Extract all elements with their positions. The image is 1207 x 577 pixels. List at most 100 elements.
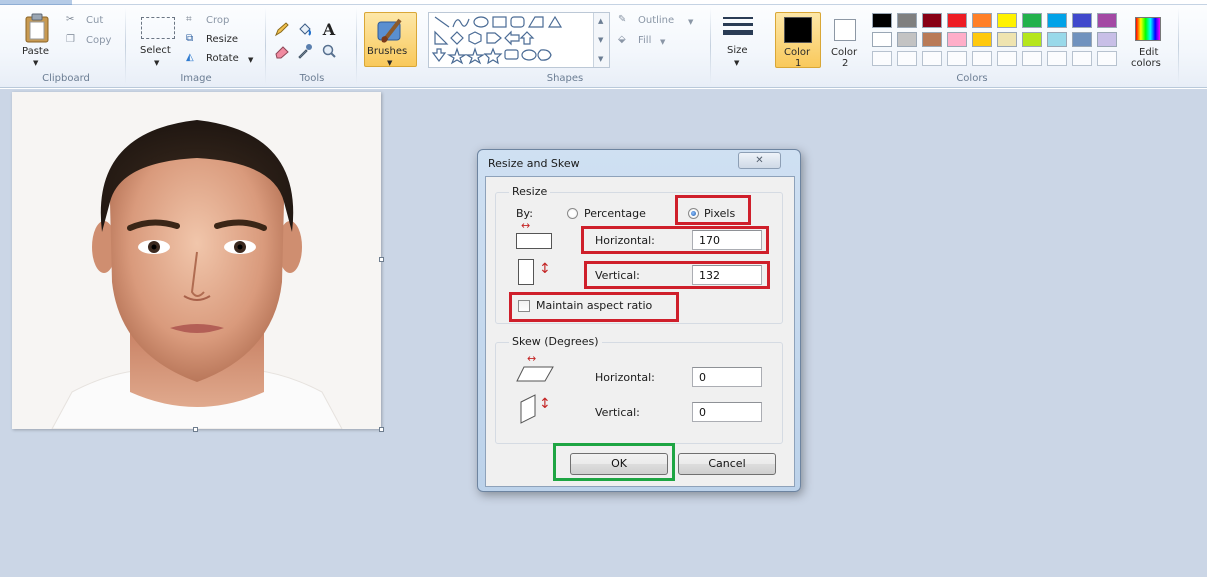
color2-swatch bbox=[834, 19, 856, 41]
text-tool-icon[interactable]: A bbox=[320, 19, 338, 39]
rotate-button[interactable]: ◭ Rotate ▼ bbox=[186, 52, 258, 66]
palette-swatch[interactable] bbox=[972, 13, 992, 28]
colors-group-label: Colors bbox=[956, 73, 988, 84]
horizontal-skew-icon: ↔ bbox=[516, 352, 556, 385]
select-dropdown-icon: ▼ bbox=[154, 59, 160, 67]
group-separator bbox=[265, 8, 266, 84]
copy-icon: ❐ bbox=[66, 34, 75, 45]
skew-horizontal-input[interactable]: 0 bbox=[692, 367, 762, 387]
palette-swatch[interactable] bbox=[997, 13, 1017, 28]
resize-button[interactable]: ⧉ Resize bbox=[186, 33, 248, 47]
cut-label: Cut bbox=[86, 15, 104, 26]
color1-number: 1 bbox=[795, 58, 802, 69]
palette-swatch[interactable] bbox=[1022, 32, 1042, 47]
ribbon: Paste ▼ ✂ Cut ❐ Copy Clipboard Select ▼ … bbox=[0, 0, 1207, 88]
palette-swatch[interactable] bbox=[1047, 32, 1067, 47]
color2-button[interactable]: Color 2 bbox=[825, 12, 865, 69]
edit-colors-icon bbox=[1135, 17, 1161, 41]
palette-custom-slot[interactable] bbox=[872, 51, 892, 66]
palette-custom-slot[interactable] bbox=[972, 51, 992, 66]
palette-swatch[interactable] bbox=[1072, 32, 1092, 47]
edit-colors-button[interactable]: Edit colors bbox=[1126, 12, 1170, 69]
eraser-icon[interactable] bbox=[273, 42, 291, 60]
group-separator bbox=[125, 8, 126, 84]
vertical-highlight-box bbox=[584, 261, 770, 289]
palette-swatch[interactable] bbox=[872, 13, 892, 28]
copy-button[interactable]: ❐ Copy bbox=[66, 33, 118, 48]
fill-dropdown-icon: ▼ bbox=[660, 38, 666, 46]
shapes-gallery[interactable]: ▲ ▼ ▼ bbox=[428, 12, 610, 68]
palette-swatch[interactable] bbox=[1022, 13, 1042, 28]
home-tab-indicator[interactable] bbox=[0, 0, 72, 5]
shapes-scrollbar[interactable]: ▲ ▼ ▼ bbox=[593, 13, 609, 67]
close-button[interactable]: ✕ bbox=[738, 152, 781, 169]
fill-label: Fill bbox=[638, 35, 652, 46]
outline-button[interactable]: ✎ Outline ▼ bbox=[618, 14, 700, 28]
palette-swatch[interactable] bbox=[972, 32, 992, 47]
palette-swatch[interactable] bbox=[1097, 13, 1117, 28]
palette-swatch[interactable] bbox=[1047, 13, 1067, 28]
palette-custom-slot[interactable] bbox=[897, 51, 917, 66]
pixels-highlight-box bbox=[675, 195, 751, 225]
palette-swatch[interactable] bbox=[997, 32, 1017, 47]
palette-custom-slot[interactable] bbox=[1097, 51, 1117, 66]
palette-custom-slot[interactable] bbox=[947, 51, 967, 66]
fill-bucket-icon[interactable] bbox=[296, 20, 314, 38]
resize-handle-right[interactable] bbox=[379, 257, 384, 262]
palette-custom-slot[interactable] bbox=[1047, 51, 1067, 66]
palette-swatch[interactable] bbox=[872, 32, 892, 47]
size-dropdown-icon: ▼ bbox=[734, 59, 740, 67]
close-icon: ✕ bbox=[755, 155, 764, 166]
skew-vertical-input[interactable]: 0 bbox=[692, 402, 762, 422]
ribbon-tab-strip bbox=[0, 0, 1207, 5]
palette-custom-slot[interactable] bbox=[1022, 51, 1042, 66]
group-separator bbox=[356, 8, 357, 84]
rotate-dropdown-icon: ▼ bbox=[248, 56, 254, 64]
line-size-icon bbox=[723, 17, 753, 35]
size-button[interactable]: Size ▼ bbox=[716, 10, 758, 68]
select-label: Select bbox=[140, 45, 171, 56]
palette-swatch[interactable] bbox=[922, 13, 942, 28]
palette-swatch[interactable] bbox=[922, 32, 942, 47]
brushes-button[interactable]: Brushes ▼ bbox=[364, 12, 417, 67]
resize-handle-corner[interactable] bbox=[379, 427, 384, 432]
image-group-label: Image bbox=[180, 73, 212, 84]
magnifier-icon[interactable] bbox=[320, 42, 338, 60]
fill-icon: ⬙ bbox=[618, 34, 626, 45]
crop-button[interactable]: ⌗ Crop bbox=[186, 14, 242, 28]
canvas-image[interactable] bbox=[12, 92, 381, 429]
resize-handle-bottom[interactable] bbox=[193, 427, 198, 432]
palette-swatch[interactable] bbox=[1072, 13, 1092, 28]
palette-swatch[interactable] bbox=[897, 13, 917, 28]
palette-custom-slot[interactable] bbox=[922, 51, 942, 66]
fill-button[interactable]: ⬙ Fill ▼ bbox=[618, 34, 680, 48]
crop-icon: ⌗ bbox=[186, 14, 192, 25]
ok-highlight-box bbox=[553, 443, 675, 481]
color-picker-icon[interactable] bbox=[296, 42, 314, 60]
palette-swatch[interactable] bbox=[947, 32, 967, 47]
palette-custom-slot[interactable] bbox=[997, 51, 1017, 66]
color-palette bbox=[872, 13, 1122, 69]
color1-button[interactable]: Color 1 bbox=[775, 12, 821, 69]
selection-rectangle-icon bbox=[141, 17, 175, 39]
cut-button[interactable]: ✂ Cut bbox=[66, 13, 114, 28]
paste-icon bbox=[23, 13, 51, 43]
pencil-icon[interactable] bbox=[273, 20, 291, 38]
skew-group-title: Skew (Degrees) bbox=[509, 335, 602, 348]
paste-button[interactable]: Paste ▼ bbox=[18, 10, 56, 68]
palette-swatch[interactable] bbox=[1097, 32, 1117, 47]
palette-swatch[interactable] bbox=[947, 13, 967, 28]
shapes-gallery-icons bbox=[431, 15, 563, 65]
cancel-button[interactable]: Cancel bbox=[678, 453, 776, 475]
percentage-radio[interactable]: Percentage bbox=[564, 206, 654, 222]
resize-label: Resize bbox=[206, 34, 239, 45]
select-button[interactable]: Select ▼ bbox=[136, 10, 178, 68]
vertical-resize-icon: ↕ bbox=[518, 257, 558, 287]
palette-custom-slot[interactable] bbox=[1072, 51, 1092, 66]
palette-swatch[interactable] bbox=[897, 32, 917, 47]
resize-icon: ⧉ bbox=[186, 33, 194, 44]
skew-vertical-label: Vertical: bbox=[595, 406, 640, 419]
group-separator bbox=[1178, 8, 1179, 84]
percentage-label: Percentage bbox=[584, 207, 646, 220]
skew-horizontal-label: Horizontal: bbox=[595, 371, 655, 384]
